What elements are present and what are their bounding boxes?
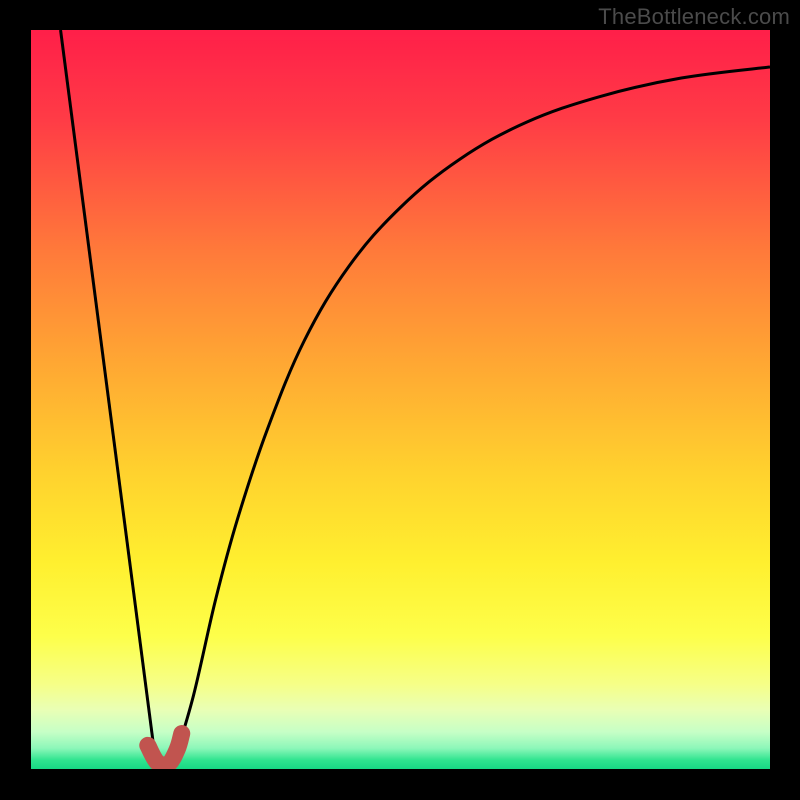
- watermark-text: TheBottleneck.com: [598, 4, 790, 30]
- chart-svg: [0, 0, 800, 800]
- chart-frame: TheBottleneck.com: [0, 0, 800, 800]
